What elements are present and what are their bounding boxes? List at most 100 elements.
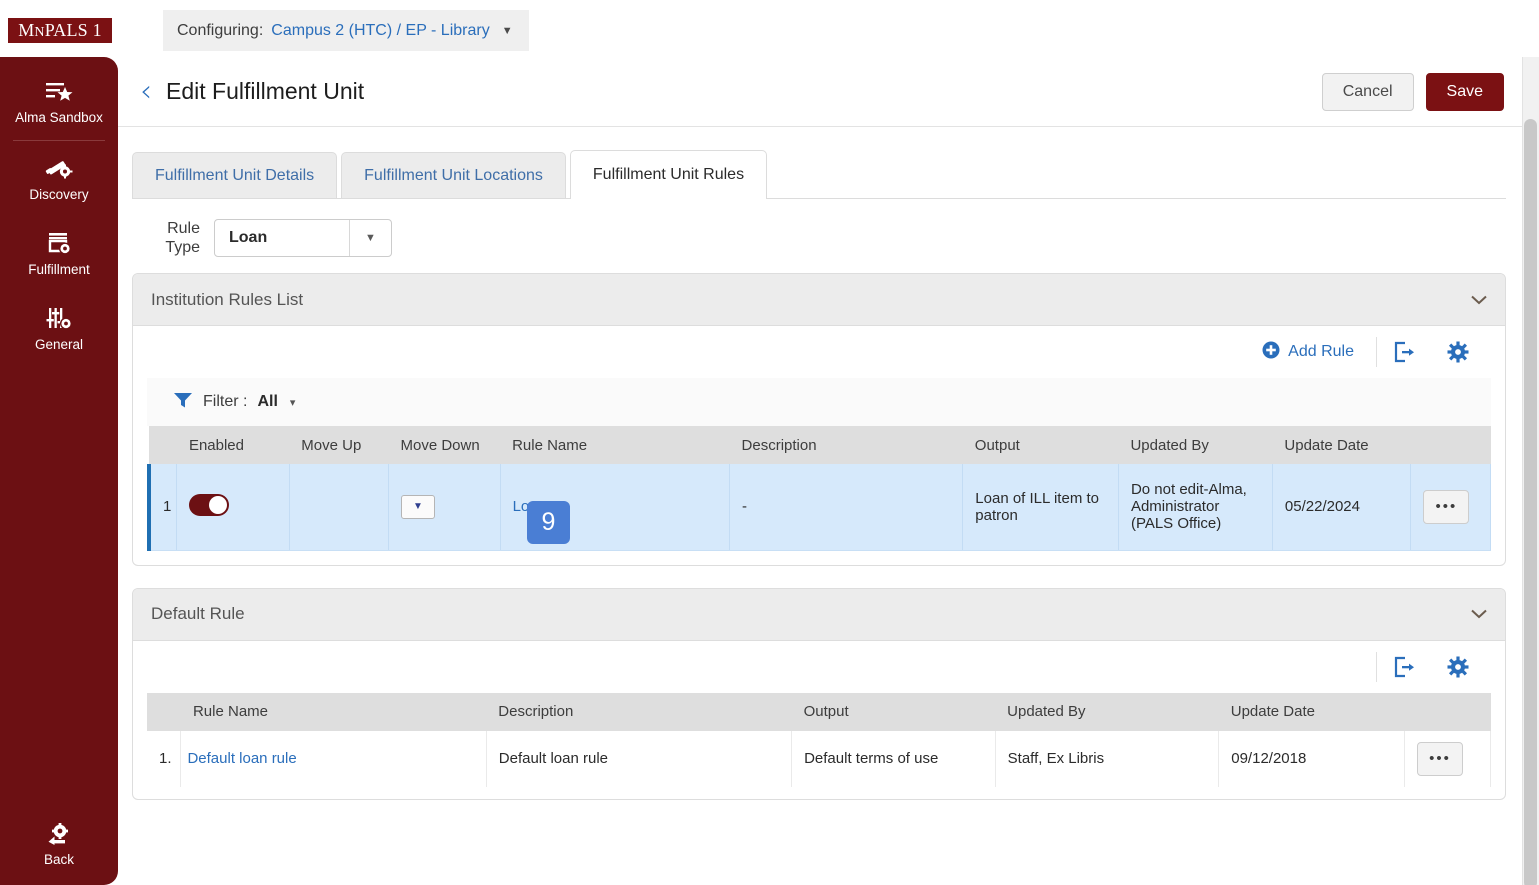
table-row[interactable]: 1 ▼ Loan - Loan of ILL item to patron Do…: [147, 464, 1491, 551]
sidebar-item-discovery[interactable]: Discovery: [0, 141, 118, 216]
col-rule-name: Rule Name: [180, 692, 487, 731]
list-star-icon: [45, 78, 73, 104]
institution-rules-title: Institution Rules List: [151, 289, 304, 309]
row-actions-cell: •••: [1404, 730, 1492, 787]
col-output: Output: [791, 692, 996, 731]
save-button[interactable]: Save: [1425, 73, 1504, 111]
back-gear-icon: [46, 821, 72, 847]
tab-fulfillment-unit-details[interactable]: Fulfillment Unit Details: [132, 152, 338, 198]
row-update-date-cell: 05/22/2024: [1272, 464, 1412, 551]
rule-name-link[interactable]: Loan: [513, 498, 546, 515]
col-description: Description: [486, 692, 792, 731]
row-updated-by-cell: Staff, Ex Libris: [995, 730, 1220, 787]
vertical-scrollbar-thumb[interactable]: [1524, 119, 1537, 885]
enabled-toggle[interactable]: [189, 493, 230, 516]
row-move-up-cell[interactable]: [289, 464, 390, 551]
vertical-scrollbar-track[interactable]: [1522, 57, 1539, 885]
toggle-knob: [209, 495, 228, 514]
sidebar-item-alma-sandbox[interactable]: Alma Sandbox: [0, 57, 118, 135]
col-update-date: Update Date: [1272, 426, 1411, 464]
col-enabled: Enabled: [176, 426, 290, 464]
logo-text-rest: PALS 1: [44, 20, 102, 40]
rule-type-label: Rule Type: [148, 219, 200, 257]
back-chevron-icon[interactable]: ‹: [132, 76, 160, 107]
row-move-down-cell: ▼: [388, 464, 501, 551]
page-title: Edit Fulfillment Unit: [166, 78, 365, 104]
app-root: MNPALS 1 Configuring: Campus 2 (HTC) / E…: [0, 0, 1539, 885]
chevron-down-icon[interactable]: [1471, 605, 1487, 623]
rule-type-row: Rule Type Loan ▼: [118, 199, 1522, 273]
sidebar-item-general[interactable]: General: [0, 291, 118, 366]
default-rule-header: Default Rule: [133, 588, 1505, 641]
default-rule-title: Default Rule: [151, 604, 245, 623]
filter-label: Filter :: [203, 393, 248, 410]
table-row[interactable]: 1. Default loan rule Default loan rule D…: [147, 730, 1492, 787]
chevron-down-icon[interactable]: ▼: [349, 220, 391, 256]
add-rule-button[interactable]: Add Rule: [1262, 341, 1376, 364]
configuring-value[interactable]: Campus 2 (HTC) / EP - Library: [271, 22, 489, 40]
row-output-cell: Loan of ILL item to patron: [962, 464, 1119, 551]
row-updated-by-cell: Do not edit-Alma, Administrator (PALS Of…: [1118, 464, 1273, 551]
main-panel: ‹ Edit Fulfillment Unit Cancel Save Fulf…: [118, 57, 1522, 885]
default-rule-table: Rule Name Description Output Updated By …: [147, 692, 1492, 787]
row-enabled-cell: [176, 464, 290, 551]
sliders-icon: [45, 305, 73, 331]
tab-bar: Fulfillment Unit Details Fulfillment Uni…: [132, 150, 1506, 199]
rule-type-label-line1: Rule: [167, 220, 200, 237]
logo-text-main: M: [18, 20, 35, 40]
logo-text-small: N: [34, 25, 45, 40]
chevron-down-icon[interactable]: ▼: [502, 25, 513, 37]
institution-rules-table: Enabled Move Up Move Down Rule Name Desc…: [147, 426, 1491, 551]
sidebar-back-label: Back: [43, 852, 74, 867]
telescope-icon: [45, 155, 73, 181]
cancel-button[interactable]: Cancel: [1321, 73, 1414, 111]
institution-rules-toolbar: Add Rule: [133, 326, 1505, 378]
export-icon[interactable]: [1377, 340, 1431, 364]
page-header: ‹ Edit Fulfillment Unit Cancel Save: [118, 57, 1522, 127]
move-down-dropdown[interactable]: ▼: [401, 494, 435, 519]
rule-type-label-line2: Type: [165, 239, 200, 256]
row-rule-name-cell: Loan: [500, 464, 731, 551]
row-rule-name-cell: Default loan rule: [180, 730, 487, 787]
row-index: 1: [147, 464, 178, 551]
default-rule-name-link[interactable]: Default loan rule: [187, 750, 296, 767]
default-rule-card: Default Rule Rule Name Description Outpu…: [132, 587, 1506, 800]
row-actions-button[interactable]: •••: [1423, 489, 1470, 524]
col-move-up: Move Up: [289, 426, 389, 464]
chevron-down-icon[interactable]: [1471, 291, 1487, 309]
fulfillment-icon: [45, 230, 73, 256]
sidebar: Alma Sandbox Discovery Fulfillment Gener…: [0, 57, 118, 885]
default-rule-toolbar: [133, 640, 1505, 693]
table-header-row: Rule Name Description Output Updated By …: [147, 692, 1491, 731]
row-index: 1.: [147, 730, 182, 787]
institution-rules-card: Institution Rules List Add Rule Filter:…: [132, 273, 1506, 566]
rule-type-select[interactable]: Loan ▼: [214, 219, 392, 257]
header-actions: Cancel Save: [1321, 73, 1504, 111]
sidebar-item-fulfillment[interactable]: Fulfillment: [0, 216, 118, 291]
sidebar-item-label: Discovery: [29, 187, 89, 202]
tab-fulfillment-unit-locations[interactable]: Fulfillment Unit Locations: [341, 152, 566, 198]
col-update-date: Update Date: [1218, 692, 1405, 731]
filter-icon[interactable]: [173, 391, 193, 414]
filter-value[interactable]: All: [257, 393, 277, 411]
sidebar-item-back[interactable]: Back: [0, 821, 118, 867]
rule-type-value[interactable]: Loan: [215, 220, 349, 256]
export-icon[interactable]: [1377, 655, 1431, 679]
sidebar-item-label: Alma Sandbox: [15, 109, 103, 125]
gear-icon[interactable]: [1431, 340, 1485, 364]
col-actions: [1404, 692, 1491, 731]
col-actions: [1410, 426, 1491, 464]
col-index: [147, 692, 181, 731]
tab-fulfillment-unit-rules[interactable]: Fulfillment Unit Rules: [569, 150, 768, 199]
configuring-label: Configuring:: [177, 21, 264, 39]
institution-rules-header: Institution Rules List: [133, 274, 1505, 326]
gear-icon[interactable]: [1431, 655, 1485, 679]
plus-circle-icon: [1262, 341, 1280, 364]
chevron-down-icon[interactable]: ▾: [290, 396, 296, 409]
row-actions-cell: •••: [1410, 464, 1491, 551]
default-row-actions-button[interactable]: •••: [1416, 741, 1463, 776]
configuring-selector[interactable]: Configuring: Campus 2 (HTC) / EP - Libra…: [163, 10, 529, 51]
row-output-cell: Default terms of use: [791, 730, 996, 787]
col-index: [149, 426, 177, 464]
col-move-down: Move Down: [388, 426, 501, 464]
